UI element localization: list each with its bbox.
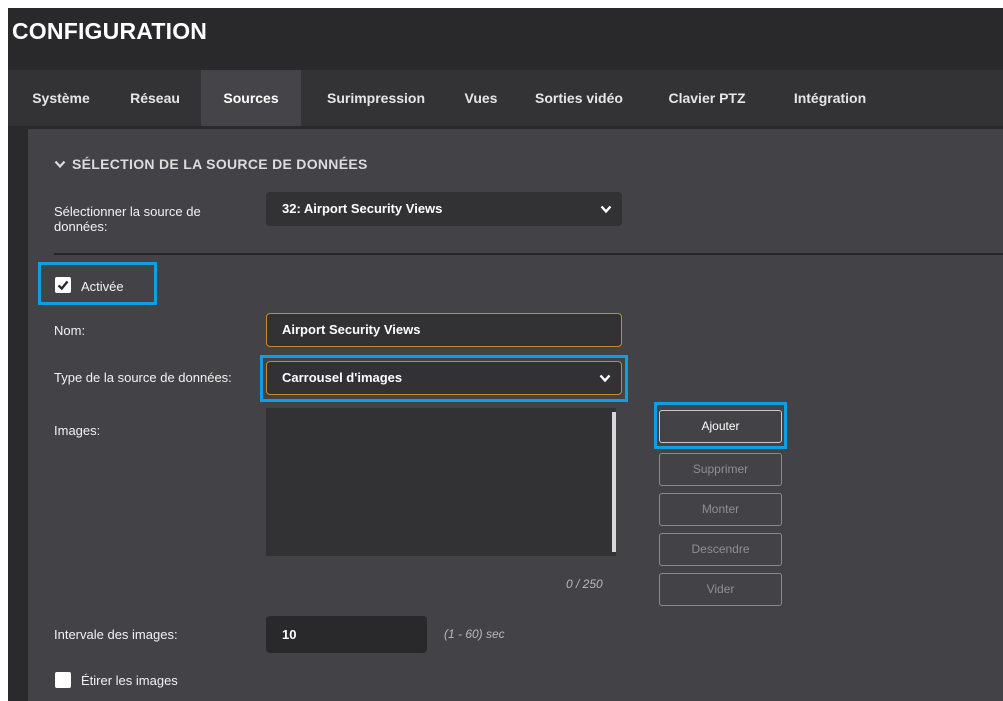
images-count: 0 / 250 — [566, 577, 603, 591]
divider — [54, 253, 1003, 255]
configuration-window: CONFIGURATION Système Réseau Sources Sur… — [8, 8, 1003, 701]
add-button[interactable]: Ajouter — [659, 410, 782, 443]
tab-surimpression[interactable]: Surimpression — [301, 70, 451, 126]
enabled-label: Activée — [81, 279, 124, 294]
tab-clavier-ptz[interactable]: Clavier PTZ — [647, 70, 767, 126]
interval-hint: (1 - 60) sec — [444, 627, 505, 641]
clear-button[interactable]: Vider — [659, 573, 782, 606]
chevron-down-icon — [600, 205, 612, 214]
section-title: SÉLECTION DE LA SOURCE DE DONNÉES — [72, 156, 368, 172]
move-up-button[interactable]: Monter — [659, 493, 782, 526]
check-icon — [57, 280, 69, 291]
chevron-down-icon — [54, 160, 66, 168]
tab-sources[interactable]: Sources — [201, 70, 301, 126]
tab-integration[interactable]: Intégration — [767, 70, 893, 126]
tab-systeme[interactable]: Système — [8, 70, 114, 126]
interval-label: Intervale des images: — [54, 627, 178, 642]
type-label: Type de la source de données: — [54, 370, 232, 385]
images-label: Images: — [54, 423, 101, 438]
enabled-checkbox[interactable] — [55, 277, 71, 293]
type-select-value: Carrousel d'images — [282, 370, 403, 385]
chevron-down-icon — [599, 374, 611, 383]
section-header[interactable]: SÉLECTION DE LA SOURCE DE DONNÉES — [54, 156, 368, 174]
name-input[interactable]: Airport Security Views — [266, 313, 622, 347]
interval-input[interactable]: 10 — [266, 616, 427, 653]
tab-vues[interactable]: Vues — [451, 70, 511, 126]
tab-sorties-video[interactable]: Sorties vidéo — [511, 70, 647, 126]
stretch-label: Étirer les images — [81, 673, 178, 688]
images-list[interactable] — [266, 408, 616, 556]
source-select[interactable]: 32: Airport Security Views — [266, 192, 622, 226]
stretch-checkbox[interactable] — [55, 672, 71, 688]
name-label: Nom: — [54, 323, 86, 338]
page-title: CONFIGURATION — [12, 18, 208, 44]
source-select-value: 32: Airport Security Views — [282, 201, 443, 216]
tab-bar: Système Réseau Sources Surimpression Vue… — [8, 70, 1003, 126]
move-down-button[interactable]: Descendre — [659, 533, 782, 566]
data-source-panel: SÉLECTION DE LA SOURCE DE DONNÉES Sélect… — [28, 129, 1003, 701]
tab-reseau[interactable]: Réseau — [114, 70, 196, 126]
title-bar: CONFIGURATION — [8, 8, 1003, 64]
images-list-scrollbar[interactable] — [612, 412, 616, 552]
type-select[interactable]: Carrousel d'images — [266, 361, 622, 395]
source-select-label: Sélectionner la source de données: — [54, 204, 201, 234]
delete-button[interactable]: Supprimer — [659, 453, 782, 486]
